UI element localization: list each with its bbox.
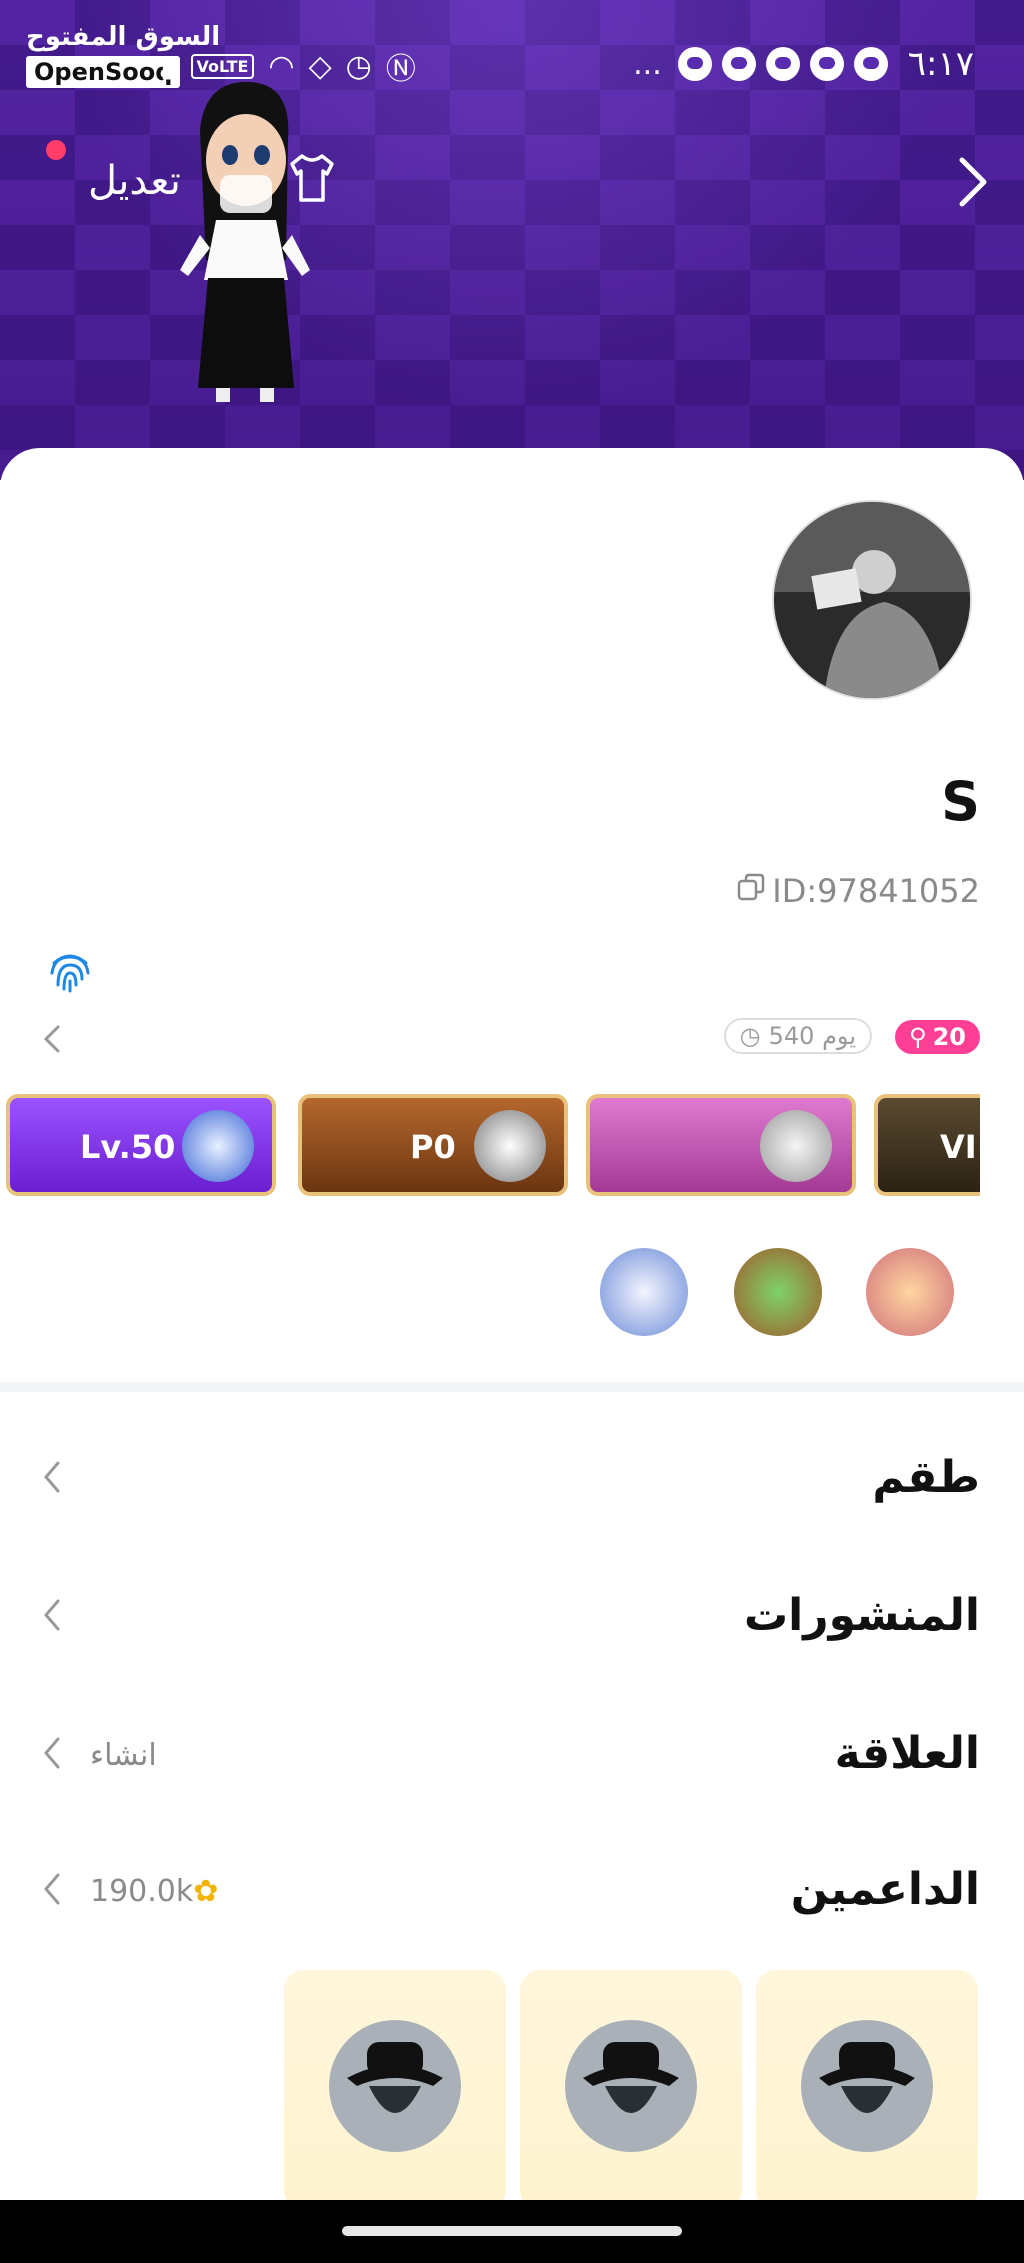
edit-button[interactable]: تعديل [88,158,181,204]
chevron-left-icon [42,1598,62,1636]
clock-time: ٦:١٧ [907,44,974,84]
menu-row-supporters[interactable]: الداعمين 190.0k✿ [0,1838,1024,1948]
supporter-card[interactable] [284,1970,506,2210]
gift-medal-icon[interactable] [734,1248,822,1336]
volte-badge: VoLTE [190,53,255,79]
anonymous-avatar-icon [565,2020,697,2152]
anonymous-avatar-icon [329,2020,461,2152]
days-badge[interactable]: ◷ 540 يوم [723,1018,872,1054]
fans-count-badge[interactable]: ⚲ 20 [895,1020,980,1054]
fans-count: 20 [932,1023,966,1051]
menu-row-team[interactable]: طقم [0,1426,1024,1536]
app-notification-icon [809,47,844,81]
watermark-opensooq: OpenSooq [26,56,181,88]
level-label: Lv.50 [80,1128,176,1166]
chevron-right-icon[interactable] [956,156,990,212]
relation-label: العلاقة [834,1728,980,1779]
notification-icons: ... ٦:١٧ [633,44,974,84]
shirt-icon[interactable] [284,150,340,210]
shield-emblem-icon [760,1110,832,1182]
level-badge[interactable]: Lv.50 [6,1094,276,1196]
trophy-medal-icon[interactable] [600,1248,688,1336]
mute-icon: ◇ [308,48,332,84]
menu-row-posts[interactable]: المنشورات [0,1564,1024,1674]
app-notification-icon [853,47,888,81]
supporters-list [284,1970,984,2210]
vip-label: VI [940,1128,977,1166]
user-id: ID:97841052 [772,872,980,910]
menu-row-relation[interactable]: العلاقة انشاء [0,1702,1024,1812]
more-notifications-icon: ... [633,46,662,82]
signal-icon: ▮ [160,48,177,84]
home-gesture-bar[interactable] [342,2226,682,2236]
chevron-left-icon [42,1460,62,1498]
chevron-left-icon [42,1736,62,1774]
app-notification-icon [677,47,712,81]
profile-avatar[interactable] [772,500,972,700]
fingerprint-icon[interactable] [46,945,94,999]
system-status-icons: ▮ VoLTE ◠ ◇ ◷ Ⓝ [160,44,416,88]
chevron-left-icon[interactable] [42,1024,62,1058]
level-badges-strip[interactable]: Lv.50 P0 VI [0,1092,980,1202]
clock-icon: ◷ [739,1022,761,1050]
days-count: 540 يوم [768,1022,856,1050]
crown-medal-icon[interactable] [866,1248,954,1336]
search-icon: ⚲ [909,1023,927,1051]
posts-label: المنشورات [743,1590,980,1641]
chevron-left-icon [42,1872,62,1910]
anonymous-avatar-icon [801,2020,933,2152]
app-notification-icon [765,47,800,81]
vip-badge[interactable]: VI [874,1094,980,1196]
nfc-icon: Ⓝ [385,52,416,87]
pink-level-badge[interactable] [586,1094,856,1196]
wings-emblem-icon [474,1110,546,1182]
app-notification-icon [721,47,756,81]
profile-name: S [941,770,980,833]
avatar-character [160,70,330,414]
supporter-card[interactable] [756,1970,978,2210]
medals-row [600,1248,980,1338]
copy-icon[interactable] [736,872,766,910]
team-label: طقم [872,1452,980,1503]
section-divider [0,1382,1024,1392]
notification-dot [46,140,66,160]
status-bar: السوق المفتوح OpenSooq ▮ VoLTE ◠ ◇ ◷ Ⓝ .… [0,22,1024,90]
crown-emblem-icon [182,1110,254,1182]
sunflower-icon: ✿ [193,1874,219,1909]
supporters-value: 190.0k [90,1874,194,1909]
alarm-icon: ◷ [345,48,372,84]
p-level-label: P0 [410,1128,456,1166]
wifi-icon: ◠ [268,48,295,84]
user-id-row[interactable]: ID:97841052 [736,872,980,910]
supporters-amount: 190.0k✿ [90,1874,218,1909]
relation-create-value: انشاء [90,1738,157,1773]
supporter-card[interactable] [520,1970,742,2210]
p-level-badge[interactable]: P0 [298,1094,568,1196]
supporters-label: الداعمين [790,1864,980,1915]
